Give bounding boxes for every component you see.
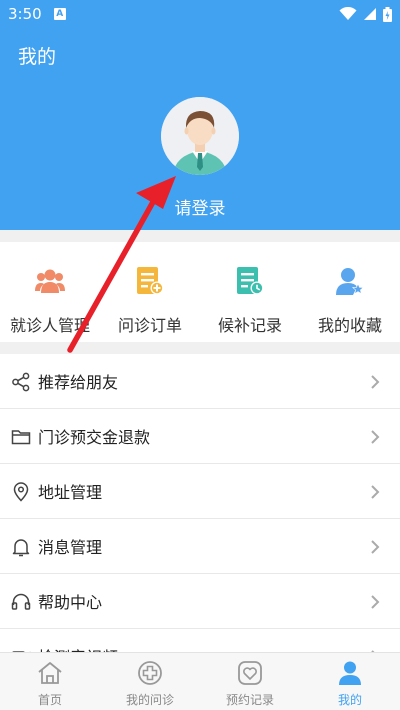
quick-action-label: 我的收藏 — [317, 316, 382, 335]
home-icon — [38, 662, 62, 684]
signal-icon — [364, 8, 376, 20]
status-bar: 3:50 A — [0, 0, 400, 28]
quick-action-label: 问诊订单 — [117, 316, 182, 335]
people-icon — [34, 265, 66, 297]
profile-screen: 3:50 A 我的 请登录 就诊人管理 问诊订单 候补记录 我的收藏 推荐给朋友… — [0, 0, 400, 710]
menu-item-label: 推荐给朋友 — [38, 373, 119, 392]
tab-mine[interactable]: 我的 — [300, 653, 400, 710]
menu-item-address[interactable]: 地址管理 — [0, 464, 400, 519]
bottom-tab-bar: 首页 我的问诊 预约记录 我的 — [0, 652, 400, 710]
menu-item-share[interactable]: 推荐给朋友 — [0, 354, 400, 409]
menu-item-label: 地址管理 — [38, 483, 103, 502]
profile-header: 我的 请登录 — [0, 28, 400, 230]
quick-action-orders[interactable]: 问诊订单 — [100, 242, 200, 342]
tab-label: 我的 — [337, 693, 362, 707]
chevron-right-icon — [371, 375, 380, 389]
status-icons — [339, 6, 392, 22]
quick-action-label: 就诊人管理 — [9, 316, 90, 335]
settings-menu: 推荐给朋友 门诊预交金退款 地址管理 消息管理 帮助中心 — [0, 354, 400, 684]
location-pin-icon — [13, 482, 29, 502]
menu-item-messages[interactable]: 消息管理 — [0, 519, 400, 574]
tab-label: 我的问诊 — [125, 693, 174, 707]
tab-home[interactable]: 首页 — [0, 653, 100, 710]
battery-icon — [383, 6, 392, 22]
share-icon — [12, 372, 30, 392]
quick-action-favorites[interactable]: 我的收藏 — [300, 242, 400, 342]
folder-icon — [11, 430, 31, 445]
chevron-right-icon — [371, 485, 380, 499]
quick-actions: 就诊人管理 问诊订单 候补记录 我的收藏 — [0, 242, 400, 342]
tab-label: 首页 — [37, 693, 62, 707]
chevron-right-icon — [371, 540, 380, 554]
menu-item-label: 消息管理 — [38, 538, 103, 557]
record-clock-icon — [234, 265, 266, 297]
plus-circle-icon — [138, 661, 162, 685]
user-star-icon — [334, 265, 366, 297]
chevron-right-icon — [371, 595, 380, 609]
menu-item-help[interactable]: 帮助中心 — [0, 574, 400, 629]
tab-label: 预约记录 — [225, 693, 274, 707]
headset-icon — [11, 593, 31, 610]
default-avatar-icon — [161, 97, 239, 175]
menu-item-refund[interactable]: 门诊预交金退款 — [0, 409, 400, 464]
tab-consultations[interactable]: 我的问诊 — [100, 653, 200, 710]
page-title: 我的 — [18, 46, 57, 68]
status-time: 3:50 — [8, 5, 42, 23]
avatar[interactable] — [161, 97, 239, 175]
bell-icon — [12, 539, 30, 557]
login-prompt[interactable]: 请登录 — [0, 194, 400, 219]
quick-action-patients[interactable]: 就诊人管理 — [0, 242, 100, 342]
notification-badge: A — [53, 8, 66, 20]
menu-item-label: 帮助中心 — [38, 593, 103, 612]
chevron-right-icon — [371, 430, 380, 444]
quick-action-waitlist[interactable]: 候补记录 — [200, 242, 300, 342]
person-icon — [339, 661, 361, 685]
heart-icon — [238, 661, 262, 685]
order-doc-icon — [134, 265, 166, 297]
menu-item-label: 门诊预交金退款 — [38, 428, 151, 447]
wifi-icon — [339, 7, 357, 20]
tab-appointments[interactable]: 预约记录 — [200, 653, 300, 710]
quick-action-label: 候补记录 — [217, 316, 282, 335]
